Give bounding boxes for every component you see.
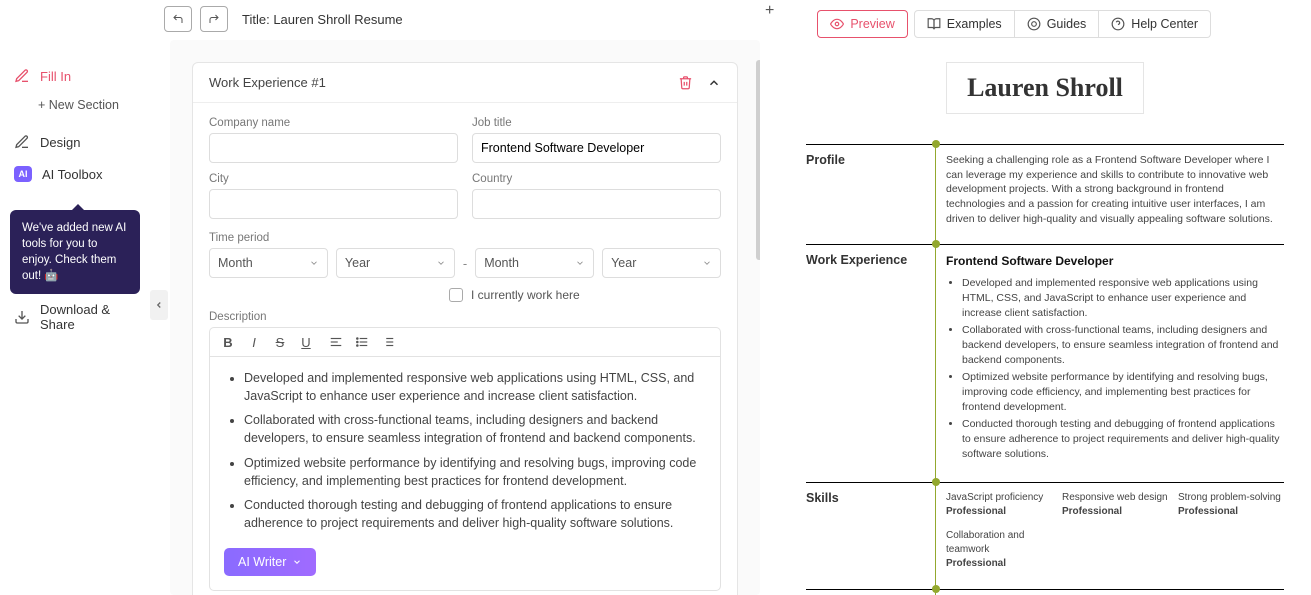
start-year-select[interactable]: Year (336, 248, 455, 278)
history-back-button[interactable] (164, 6, 192, 32)
guides-button[interactable]: Guides (1015, 10, 1100, 38)
editor-topbar: Title: Lauren Shroll Resume (164, 6, 403, 32)
end-month-select[interactable]: Month (475, 248, 594, 278)
resume-name: Lauren Shroll (946, 62, 1144, 114)
city-label: City (209, 173, 458, 185)
sidebar-label-design: Design (40, 135, 80, 150)
bold-icon[interactable]: B (220, 334, 236, 350)
city-input[interactable] (209, 189, 458, 219)
sidebar-item-download[interactable]: Download & Share (0, 294, 150, 340)
download-icon (14, 309, 30, 325)
preview-button[interactable]: Preview (817, 10, 907, 38)
document-title: Title: Lauren Shroll Resume (242, 12, 403, 27)
profile-text: Seeking a challenging role as a Frontend… (946, 153, 1284, 226)
timeperiod-label: Time period (209, 232, 269, 244)
sidebar-label-ai: AI Toolbox (42, 167, 102, 182)
italic-icon[interactable]: I (246, 334, 262, 350)
resume-bullet: Collaborated with cross-functional teams… (962, 323, 1284, 367)
edit-icon (14, 68, 30, 84)
work-experience-card: Work Experience #1 Company name Job titl… (192, 62, 738, 595)
desc-bullet[interactable]: Collaborated with cross-functional teams… (244, 411, 706, 447)
currently-work-checkbox[interactable] (449, 288, 463, 302)
ai-tooltip: We've added new AI tools for you to enjo… (10, 210, 140, 294)
resume-job-title: Frontend Software Developer (946, 253, 1284, 270)
sidebar-item-fillin[interactable]: Fill In (0, 60, 150, 92)
desc-toolbar: B I S U (209, 327, 721, 356)
end-year-select[interactable]: Year (602, 248, 721, 278)
history-forward-button[interactable] (200, 6, 228, 32)
sidebar-label-dl: Download & Share (40, 302, 140, 332)
sidebar-item-design[interactable]: Design (0, 126, 150, 158)
skill-item: Responsive web designProfessional (1062, 491, 1168, 519)
editor-scrollbar[interactable] (756, 60, 760, 260)
align-icon[interactable] (328, 334, 344, 350)
description-label: Description (209, 311, 267, 323)
preview-pane: Lauren Shroll Profile Seeking a challeng… (790, 48, 1300, 595)
skill-item: Strong problem-solvingProfessional (1178, 491, 1284, 519)
top-right-buttons: Preview Examples Guides Help Center (817, 10, 1211, 38)
country-input[interactable] (472, 189, 721, 219)
company-input[interactable] (209, 133, 458, 163)
examples-button[interactable]: Examples (914, 10, 1015, 38)
jobtitle-label: Job title (472, 117, 721, 129)
country-label: Country (472, 173, 721, 185)
strike-icon[interactable]: S (272, 334, 288, 350)
description-editor[interactable]: Developed and implemented responsive web… (209, 356, 721, 591)
resume-bullet: Developed and implemented responsive web… (962, 276, 1284, 320)
company-label: Company name (209, 117, 458, 129)
section-title-skills: Skills (806, 491, 922, 571)
desc-bullet[interactable]: Optimized website performance by identif… (244, 454, 706, 490)
numberlist-icon[interactable] (380, 334, 396, 350)
delete-icon[interactable] (678, 75, 693, 90)
sidebar: Fill In + New Section Design AI AI Toolb… (0, 0, 150, 595)
skill-item: Collaboration and teamworkProfessional (946, 529, 1052, 571)
sidebar-item-aitoolbox[interactable]: AI AI Toolbox (0, 158, 150, 190)
ai-badge-icon: AI (14, 166, 32, 182)
skill-item: JavaScript proficiencyProfessional (946, 491, 1052, 519)
jobtitle-input[interactable] (472, 133, 721, 163)
start-month-select[interactable]: Month (209, 248, 328, 278)
sidebar-label-fillin: Fill In (40, 69, 71, 84)
currently-label: I currently work here (471, 288, 580, 302)
section-title-profile: Profile (806, 153, 922, 226)
sidebar-collapse-button[interactable] (150, 290, 168, 320)
desc-bullet[interactable]: Conducted thorough testing and debugging… (244, 496, 706, 532)
design-icon (14, 134, 30, 150)
card-title: Work Experience #1 (209, 75, 326, 90)
add-tab-button[interactable]: + (765, 2, 774, 20)
period-dash: - (463, 256, 467, 271)
resume-bullet: Optimized website performance by identif… (962, 370, 1284, 414)
collapse-icon[interactable] (707, 76, 721, 90)
ai-writer-button[interactable]: AI Writer (224, 548, 316, 576)
editor-area: Work Experience #1 Company name Job titl… (170, 40, 760, 595)
sidebar-item-newsection[interactable]: + New Section (0, 98, 150, 112)
bulletlist-icon[interactable] (354, 334, 370, 350)
underline-icon[interactable]: U (298, 334, 314, 350)
helpcenter-button[interactable]: Help Center (1099, 10, 1211, 38)
section-title-work: Work Experience (806, 253, 922, 464)
resume-bullet: Conducted thorough testing and debugging… (962, 417, 1284, 461)
desc-bullet[interactable]: Developed and implemented responsive web… (244, 369, 706, 405)
